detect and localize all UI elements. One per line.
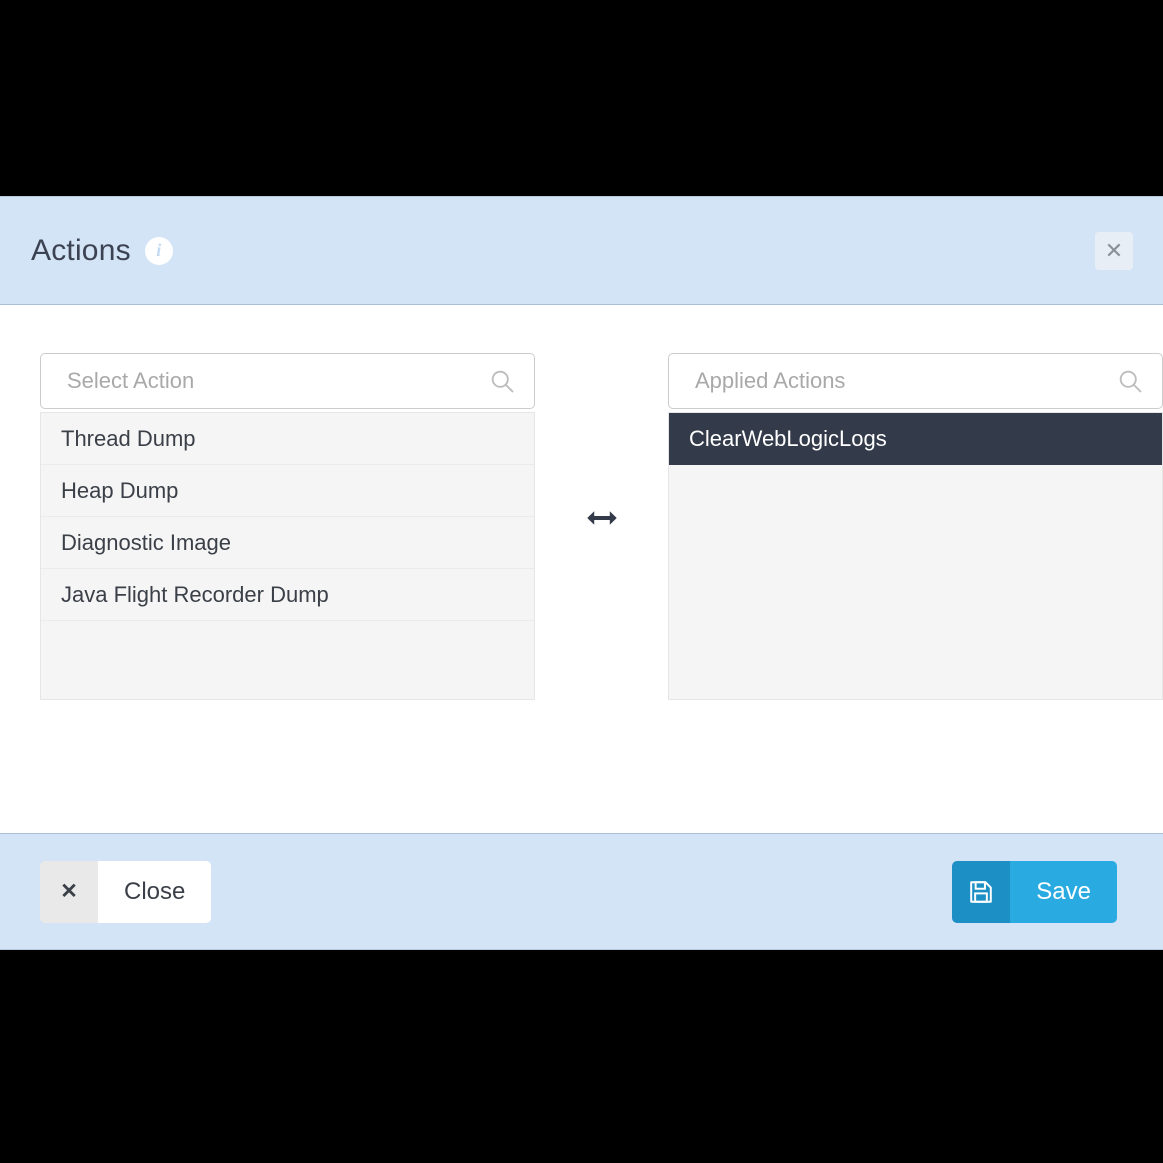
select-action-input[interactable]: [41, 354, 534, 408]
available-actions-panel: Thread Dump Heap Dump Diagnostic Image J…: [40, 353, 535, 700]
transfer-control: [535, 353, 668, 833]
close-button-label: Close: [98, 860, 212, 923]
modal-header: Actions i ✕: [0, 197, 1163, 305]
list-item[interactable]: Heap Dump: [41, 465, 534, 517]
info-icon[interactable]: i: [144, 236, 173, 265]
modal-footer: ✕ Close Save: [0, 833, 1163, 949]
list-item[interactable]: Thread Dump: [41, 413, 534, 465]
applied-actions-search-box[interactable]: [668, 353, 1163, 409]
applied-actions-input[interactable]: [669, 354, 1162, 408]
close-button[interactable]: ✕ Close: [40, 860, 212, 923]
list-item[interactable]: Diagnostic Image: [41, 517, 534, 569]
list-item[interactable]: ClearWebLogicLogs: [669, 413, 1162, 465]
floppy-disk-icon: [952, 860, 1011, 923]
page-title: Actions: [31, 233, 131, 267]
list-item[interactable]: Java Flight Recorder Dump: [41, 569, 534, 621]
modal-title-group: Actions i: [31, 234, 173, 268]
select-action-search-box[interactable]: [40, 353, 535, 409]
double-arrow-icon[interactable]: [585, 501, 619, 535]
applied-actions-panel: ClearWebLogicLogs: [668, 353, 1163, 700]
close-x-icon: ✕: [40, 860, 98, 923]
applied-actions-list[interactable]: ClearWebLogicLogs: [668, 412, 1163, 700]
close-icon[interactable]: ✕: [1095, 231, 1133, 270]
save-button-label: Save: [1010, 860, 1117, 923]
available-actions-list[interactable]: Thread Dump Heap Dump Diagnostic Image J…: [40, 412, 535, 700]
actions-modal: Actions i ✕ Thread Dum: [0, 196, 1163, 950]
save-button[interactable]: Save: [952, 860, 1117, 923]
modal-body: Thread Dump Heap Dump Diagnostic Image J…: [0, 305, 1163, 833]
screen: Actions i ✕ Thread Dum: [0, 0, 1163, 1163]
